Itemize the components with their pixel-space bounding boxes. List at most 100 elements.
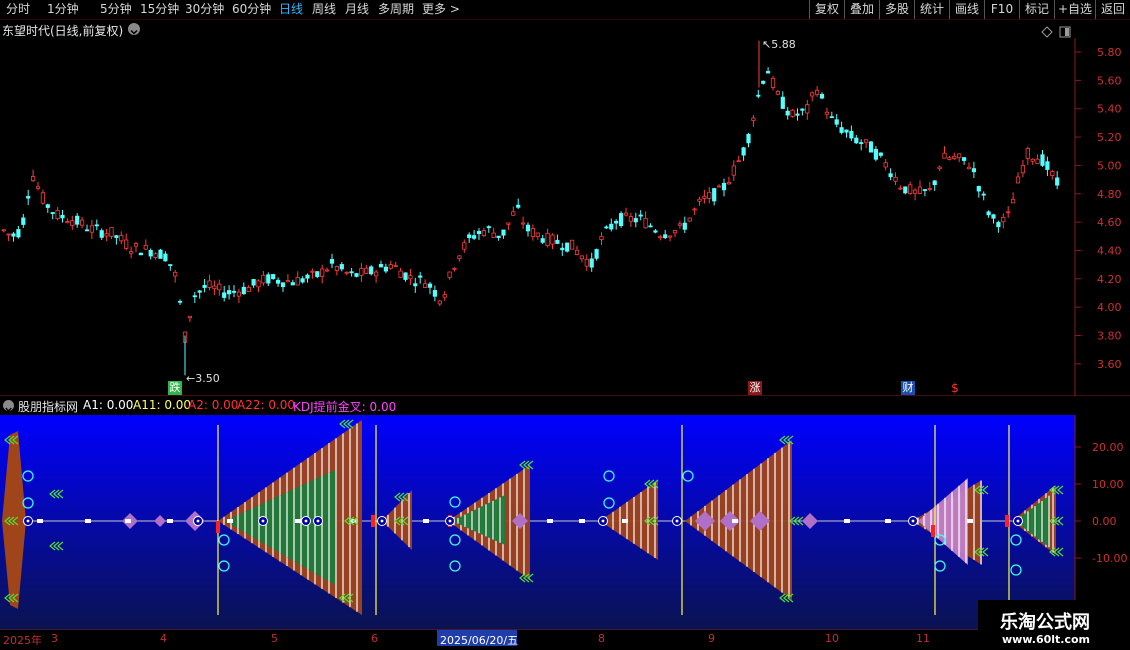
candle-body bbox=[761, 80, 766, 84]
red-mark bbox=[1005, 515, 1009, 527]
back-button[interactable]: 返回 bbox=[1095, 0, 1130, 19]
candle-body bbox=[927, 188, 932, 190]
period-tab-monthly[interactable]: 月线 bbox=[345, 1, 369, 17]
adjust-button[interactable]: 复权 bbox=[809, 0, 844, 19]
candle-body bbox=[457, 255, 462, 260]
candle-body bbox=[398, 270, 403, 278]
candle-body bbox=[702, 195, 707, 199]
candle-body bbox=[1035, 158, 1040, 164]
candle-body bbox=[868, 141, 874, 153]
candle-body bbox=[785, 110, 790, 116]
zero-marker bbox=[125, 519, 131, 523]
multi-stock-button[interactable]: 多股 bbox=[879, 0, 914, 19]
low-arrow-icon: ← bbox=[186, 372, 196, 385]
candle-body bbox=[94, 224, 99, 227]
candle-body bbox=[824, 111, 830, 115]
zero-marker bbox=[622, 519, 628, 523]
marker-finance[interactable]: 财 bbox=[901, 381, 915, 395]
candle-body bbox=[819, 93, 825, 99]
candle-body bbox=[516, 204, 521, 208]
more-periods-menu[interactable]: 更多 > bbox=[422, 1, 460, 17]
date-label-month: 10 bbox=[825, 632, 839, 645]
marker-rise[interactable]: 涨 bbox=[748, 381, 762, 395]
candle-body bbox=[511, 211, 516, 216]
candle-body bbox=[486, 226, 491, 229]
candle-body bbox=[197, 290, 202, 293]
candle-body bbox=[957, 153, 962, 159]
date-label-month: 4 bbox=[160, 632, 167, 645]
candle-body bbox=[462, 242, 467, 250]
indicator-dropdown-icon[interactable] bbox=[3, 400, 14, 412]
candle-body bbox=[138, 252, 143, 256]
draw-line-button[interactable]: 画线 bbox=[949, 0, 984, 19]
candle-body bbox=[770, 77, 776, 88]
candle-body bbox=[506, 222, 511, 225]
candle-body bbox=[638, 214, 643, 217]
candle-body bbox=[339, 264, 344, 270]
candle-body bbox=[452, 267, 457, 270]
price-tick-label: 5.40 bbox=[1097, 103, 1122, 116]
candle-body bbox=[962, 157, 967, 161]
candle-body bbox=[153, 253, 158, 258]
candle-body bbox=[726, 181, 732, 185]
period-tab-intraday[interactable]: 分时 bbox=[6, 1, 30, 17]
f10-button[interactable]: F10 bbox=[984, 0, 1019, 19]
candle-body bbox=[952, 155, 957, 160]
high-price-label: ↖5.88 bbox=[762, 38, 796, 51]
candle-body bbox=[427, 283, 433, 288]
candle-body bbox=[599, 235, 604, 240]
candle-body bbox=[922, 189, 928, 191]
stock-title: 东望时代(日线,前复权) bbox=[2, 24, 124, 38]
candle-body bbox=[226, 290, 232, 295]
period-tab-30min[interactable]: 30分钟 bbox=[185, 1, 224, 17]
period-tab-daily[interactable]: 日线 bbox=[279, 1, 303, 17]
period-tab-15min[interactable]: 15分钟 bbox=[140, 1, 179, 17]
candle-body bbox=[687, 217, 692, 222]
marker-fall[interactable]: 跌 bbox=[168, 381, 182, 395]
candle-body bbox=[741, 147, 746, 156]
candlestick-series bbox=[1, 40, 1060, 376]
candle-body bbox=[491, 232, 496, 238]
candle-body bbox=[148, 249, 153, 257]
candle-body bbox=[437, 300, 442, 305]
period-tab-multi[interactable]: 多周期 bbox=[378, 1, 414, 17]
candle-body bbox=[971, 168, 977, 173]
candle-body bbox=[810, 92, 815, 97]
candle-body bbox=[1030, 158, 1035, 162]
target-dot bbox=[601, 519, 605, 523]
main-chart-header: 东望时代(日线,前复权) bbox=[0, 20, 1075, 38]
candle-body bbox=[864, 139, 869, 143]
add-watchlist-button[interactable]: +自选 bbox=[1054, 0, 1095, 19]
date-label-month: 5 bbox=[271, 632, 278, 645]
candle-body bbox=[163, 253, 168, 262]
price-tick-label: 4.80 bbox=[1097, 188, 1122, 201]
indicator-chart[interactable]: 20.00 10.00 0.00 -10.00 bbox=[0, 415, 1130, 630]
indicator-name[interactable]: 股朋指标网 bbox=[18, 398, 78, 415]
marker-dollar[interactable]: $ bbox=[950, 381, 960, 395]
period-tab-weekly[interactable]: 周线 bbox=[312, 1, 336, 17]
statistics-button[interactable]: 统计 bbox=[914, 0, 949, 19]
candle-body bbox=[373, 271, 379, 277]
candle-body bbox=[746, 133, 751, 144]
period-tab-1min[interactable]: 1分钟 bbox=[47, 1, 79, 17]
candle-body bbox=[246, 286, 251, 292]
candlestick-chart[interactable]: 5.80 5.60 5.40 5.20 5.00 4.80 4.60 4.40 4.20 4.00… bbox=[0, 38, 1130, 396]
title-dropdown-icon[interactable] bbox=[128, 23, 140, 35]
period-tab-60min[interactable]: 60分钟 bbox=[232, 1, 271, 17]
candle-body bbox=[756, 94, 761, 97]
candle-body bbox=[707, 191, 712, 199]
zero-marker bbox=[167, 519, 173, 523]
mark-button[interactable]: 标记 bbox=[1019, 0, 1054, 19]
candle-body bbox=[834, 119, 839, 125]
candle-body bbox=[947, 157, 952, 160]
period-tab-5min[interactable]: 5分钟 bbox=[100, 1, 132, 17]
overlay-button[interactable]: 叠加 bbox=[844, 0, 879, 19]
watermark: 乐淘公式网 www.60lt.com bbox=[978, 600, 1130, 650]
candle-body bbox=[883, 162, 888, 168]
candle-body bbox=[682, 222, 687, 230]
candle-body bbox=[775, 91, 781, 95]
candle-body bbox=[266, 274, 271, 284]
candle-body bbox=[521, 222, 526, 225]
candle-body bbox=[584, 258, 589, 267]
zero-marker bbox=[579, 519, 585, 523]
